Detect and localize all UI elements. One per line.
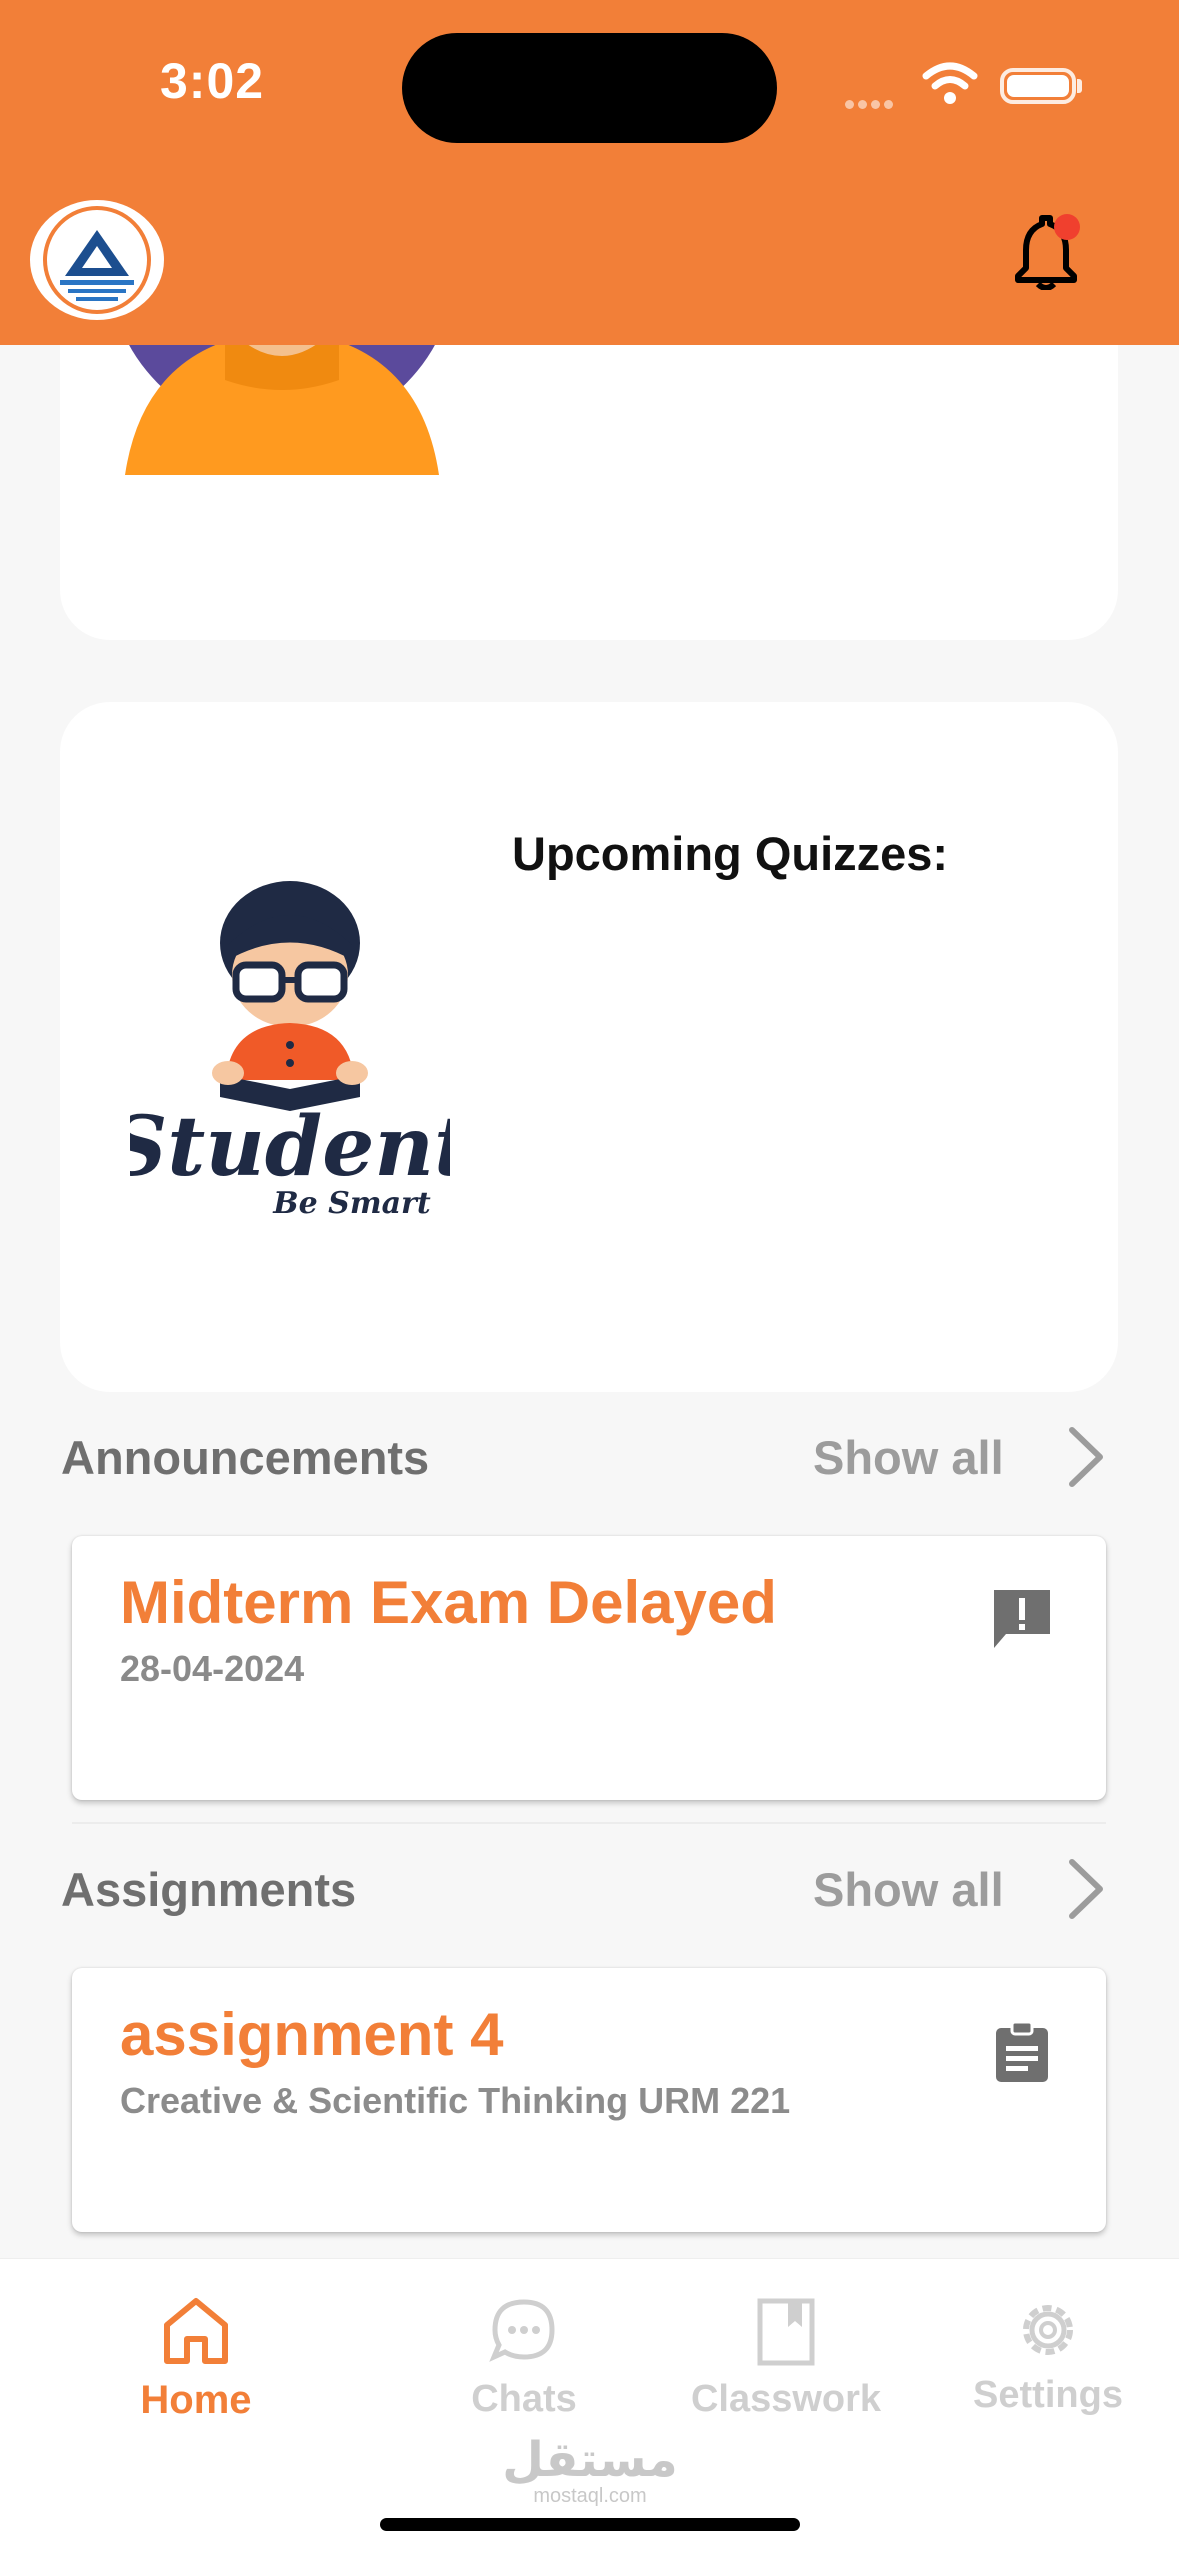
chat-icon [404, 2297, 644, 2372]
nav-chats[interactable]: Chats [404, 2297, 644, 2421]
assignment-course: Creative & Scientific Thinking URM 221 [120, 2080, 791, 2121]
school-logo[interactable] [30, 200, 164, 320]
app-header: 3:02 [0, 0, 1179, 345]
gear-icon [928, 2297, 1168, 2368]
signal-icon [845, 96, 905, 109]
assignments-show-all[interactable]: Show all [813, 1862, 1004, 1917]
bottom-nav: Home Chats Classwork Settings مستقل most… [0, 2258, 1179, 2557]
battery-icon [1000, 68, 1076, 104]
nav-home-label: Home [140, 2378, 252, 2422]
status-time: 3:02 [160, 53, 265, 109]
home-icon [76, 2293, 316, 2372]
announcements-title: Announcements [61, 1431, 430, 1484]
nav-settings-label: Settings [973, 2374, 1123, 2416]
watermark: مستقل mostaql.com [490, 2437, 690, 2508]
announcement-title: Midterm Exam Delayed [120, 1569, 777, 1636]
book-icon [666, 2297, 906, 2372]
watermark-arabic: مستقل [502, 2434, 678, 2487]
student-logo-tagline: Be Smart [272, 1186, 431, 1221]
nav-settings[interactable]: Settings [928, 2297, 1168, 2417]
nav-classwork-label: Classwork [690, 2378, 882, 2420]
student-logo-word: Student [130, 1099, 450, 1195]
notification-dot [1054, 214, 1080, 240]
clipboard-icon [994, 2020, 1050, 2089]
wifi-icon [922, 62, 978, 111]
assignments-title: Assignments [61, 1863, 357, 1916]
quiz-card-title: Upcoming Quizzes: [512, 827, 949, 880]
assignment-card[interactable]: assignment 4 Creative & Scientific Think… [72, 1968, 1106, 2232]
student-logo-image: Student Be Smart [108, 865, 472, 1225]
watermark-latin: mostaql.com [533, 2485, 647, 2507]
home-indicator[interactable] [380, 2518, 800, 2531]
chevron-right-icon[interactable] [1060, 1854, 1110, 1924]
nav-home[interactable]: Home [76, 2293, 316, 2423]
announcement-card[interactable]: Midterm Exam Delayed 28-04-2024 [72, 1536, 1106, 1800]
chevron-right-icon[interactable] [1060, 1422, 1110, 1492]
announcement-icon [990, 1586, 1054, 1657]
dynamic-island [402, 33, 777, 143]
battery-tip [1077, 79, 1082, 93]
announcements-show-all[interactable]: Show all [813, 1430, 1004, 1485]
assignment-title: assignment 4 [120, 2001, 504, 2068]
notification-bell-icon[interactable] [1010, 210, 1090, 295]
section-divider [72, 1822, 1106, 1824]
nav-chats-label: Chats [471, 2378, 577, 2420]
nav-classwork[interactable]: Classwork [666, 2297, 906, 2421]
announcement-date: 28-04-2024 [120, 1648, 305, 1689]
